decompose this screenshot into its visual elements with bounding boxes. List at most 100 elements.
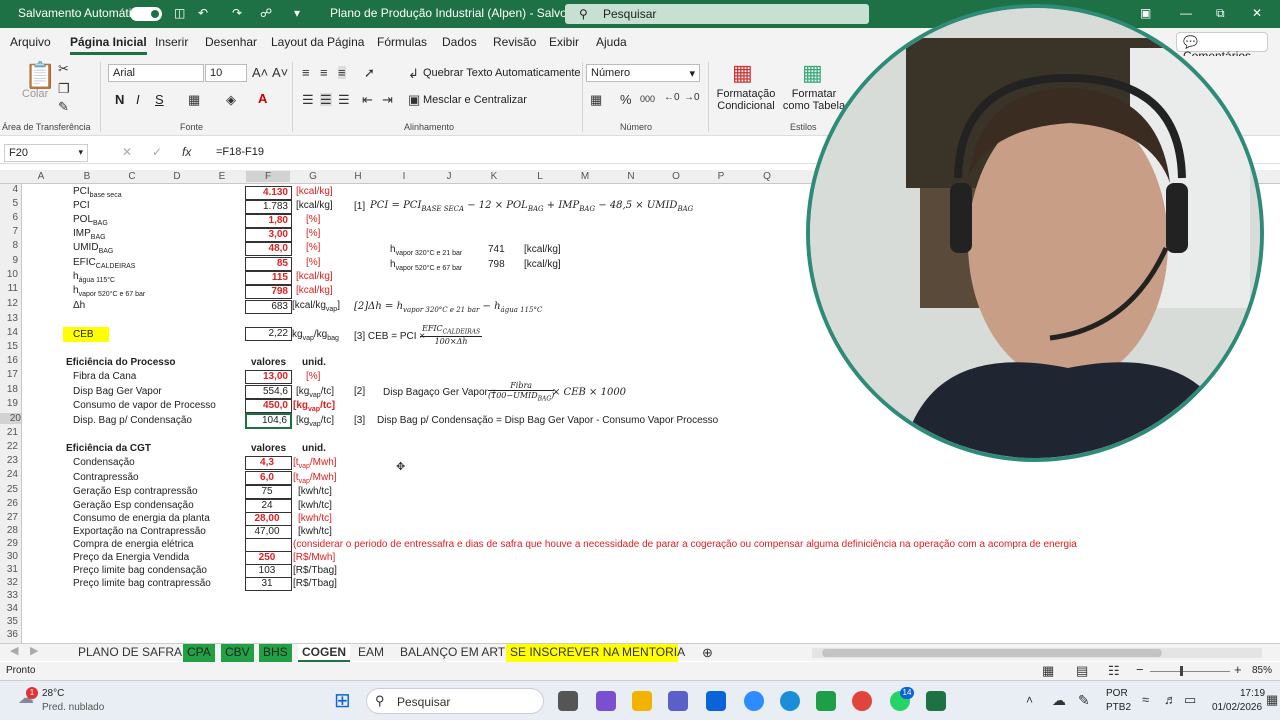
row-header-6[interactable]: 6 [0, 212, 18, 223]
row-header-5[interactable]: 5 [0, 198, 18, 209]
value-fibra[interactable]: 13,00 [245, 370, 292, 384]
sheet-tab-eam[interactable]: EAM [354, 644, 388, 662]
sheet-tab-cpa[interactable]: CPA [183, 644, 215, 662]
qat-more-icon[interactable]: ▾ [294, 6, 300, 20]
keyboard-layout[interactable]: PTB2 [1106, 702, 1131, 713]
value-contrapressao[interactable]: 6,0 [245, 471, 292, 485]
tab-arquivo[interactable]: Arquivo [10, 35, 51, 49]
bold-button[interactable]: N [115, 92, 124, 107]
chrome-icon[interactable] [852, 691, 872, 711]
row-header-8[interactable]: 8 [0, 240, 18, 251]
tab-inserir[interactable]: Inserir [155, 35, 188, 49]
column-header-N[interactable]: N [625, 171, 637, 182]
underline-button[interactable]: S [155, 92, 164, 107]
align-left-icon[interactable]: ☰ [302, 93, 314, 106]
minimize-icon[interactable]: — [1180, 6, 1192, 20]
row-header-19[interactable]: 19 [0, 398, 18, 409]
notification-bell-icon[interactable]: ▦ [1266, 693, 1278, 706]
copy-icon[interactable]: ❐ [58, 82, 70, 95]
cancel-icon[interactable]: ✕ [122, 146, 132, 158]
document-title[interactable]: Plano de Produção Industrial (Alpen) - S… [330, 6, 567, 20]
chart-app-icon[interactable] [816, 691, 836, 711]
tab-dados[interactable]: Dados [442, 35, 477, 49]
row-header-33[interactable]: 33 [0, 590, 18, 601]
format-brush-icon[interactable]: ✎ [58, 100, 69, 113]
sheet-tab-mentoria[interactable]: SE INSCREVER NA MENTORIA [506, 644, 685, 662]
zoom-app-icon[interactable] [744, 691, 764, 711]
column-header-P[interactable]: P [715, 171, 727, 182]
value-umid[interactable]: 48,0 [245, 242, 292, 256]
outlook-icon[interactable] [706, 691, 726, 711]
row-header-17[interactable]: 17 [0, 369, 18, 380]
row-header-15[interactable]: 15 [0, 341, 18, 352]
maximize-icon[interactable]: ⧉ [1216, 6, 1225, 21]
decrease-decimal-icon[interactable]: →0 [684, 93, 700, 103]
row-header-26[interactable]: 26 [0, 498, 18, 509]
next-sheet-icon[interactable]: ▶ [30, 646, 38, 657]
align-right-icon[interactable]: ☰ [338, 93, 350, 106]
row-header-27[interactable]: 27 [0, 512, 18, 523]
percent-icon[interactable]: % [620, 93, 632, 106]
value-condensacao[interactable]: 4,3 [245, 456, 292, 470]
comments-button[interactable]: 💬 Comentários [1176, 32, 1268, 63]
row-header-28[interactable]: 28 [0, 525, 18, 536]
formula-text[interactable]: =F18-F19 [216, 146, 264, 158]
task-view-icon[interactable] [558, 691, 578, 711]
font-select[interactable]: Arial [108, 64, 204, 82]
enter-icon[interactable]: ✓ [152, 146, 162, 158]
conditional-format-button[interactable]: Formatação Condicional [714, 88, 778, 112]
sheet-tab-cogen[interactable]: COGEN [298, 644, 351, 662]
wifi-icon[interactable]: ≈ [1142, 693, 1149, 706]
horizontal-scrollbar[interactable] [812, 648, 1262, 658]
sheet-tab-cbv[interactable]: CBV [221, 644, 254, 662]
value-ger-cond[interactable]: 24 [245, 499, 292, 513]
copilot-icon[interactable] [596, 691, 616, 711]
row-header-9[interactable]: 9 [0, 255, 18, 266]
increase-decimal-icon[interactable]: ←0 [664, 93, 680, 103]
autosave-toggle[interactable] [130, 7, 162, 21]
zoom-out-icon[interactable]: − [1136, 663, 1144, 676]
row-header-22[interactable]: 22 [0, 441, 18, 452]
row-header-30[interactable]: 30 [0, 551, 18, 562]
font-size-select[interactable]: 10 [205, 64, 247, 82]
battery-icon[interactable]: ▭ [1184, 693, 1196, 706]
language-code[interactable]: POR [1106, 688, 1128, 699]
align-top-icon[interactable]: ≡ [302, 66, 310, 79]
decrease-indent-icon[interactable]: ⇤ [362, 93, 373, 106]
ribbon-display-icon[interactable]: ▣ [1140, 6, 1151, 20]
tab-pagina-inicial[interactable]: Página Inicial [70, 35, 147, 55]
column-header-B[interactable]: B [81, 171, 93, 182]
column-header-H[interactable]: H [352, 171, 364, 182]
clock-time[interactable]: 17:19 [1240, 688, 1265, 699]
row-header-35[interactable]: 35 [0, 616, 18, 627]
insert-function-icon[interactable]: fx [182, 146, 191, 158]
page-break-icon[interactable]: ☷ [1108, 664, 1120, 677]
column-header-F[interactable]: F [246, 171, 290, 182]
zoom-slider[interactable] [1150, 666, 1230, 676]
volume-icon[interactable]: ♬ [1164, 693, 1177, 706]
value-pol[interactable]: 1,80 [245, 214, 292, 228]
value-compra-energia[interactable] [245, 538, 292, 552]
row-header-31[interactable]: 31 [0, 564, 18, 575]
row-header-13[interactable]: 13 [0, 313, 18, 324]
column-header-K[interactable]: K [488, 171, 500, 182]
shrink-font-icon[interactable]: A˅ [272, 66, 288, 79]
prev-sheet-icon[interactable]: ◀ [10, 646, 18, 657]
column-header-O[interactable]: O [670, 171, 682, 182]
row-header-14[interactable]: 14 [0, 327, 18, 338]
edge-icon[interactable] [780, 691, 800, 711]
sheet-tab-balanco[interactable]: BALANÇO EM ART [396, 644, 509, 662]
row-header-11[interactable]: 11 [0, 283, 18, 294]
row-header-32[interactable]: 32 [0, 577, 18, 588]
row-header-16[interactable]: 16 [0, 355, 18, 366]
value-disp-cond[interactable]: 104,6 [245, 413, 292, 429]
thousands-icon[interactable]: 000 [640, 95, 655, 104]
normal-view-icon[interactable]: ▦ [1042, 664, 1054, 677]
row-header-4[interactable]: 4 [0, 184, 18, 195]
currency-icon[interactable]: ▦ [590, 93, 602, 106]
italic-button[interactable]: I [136, 92, 140, 107]
pen-icon[interactable]: ✎ [1078, 693, 1090, 707]
borders-icon[interactable]: ▦ [188, 93, 200, 106]
sheet-tab-bhs[interactable]: BHS [259, 644, 292, 662]
clock-date[interactable]: 01/02/2026 [1212, 702, 1262, 713]
